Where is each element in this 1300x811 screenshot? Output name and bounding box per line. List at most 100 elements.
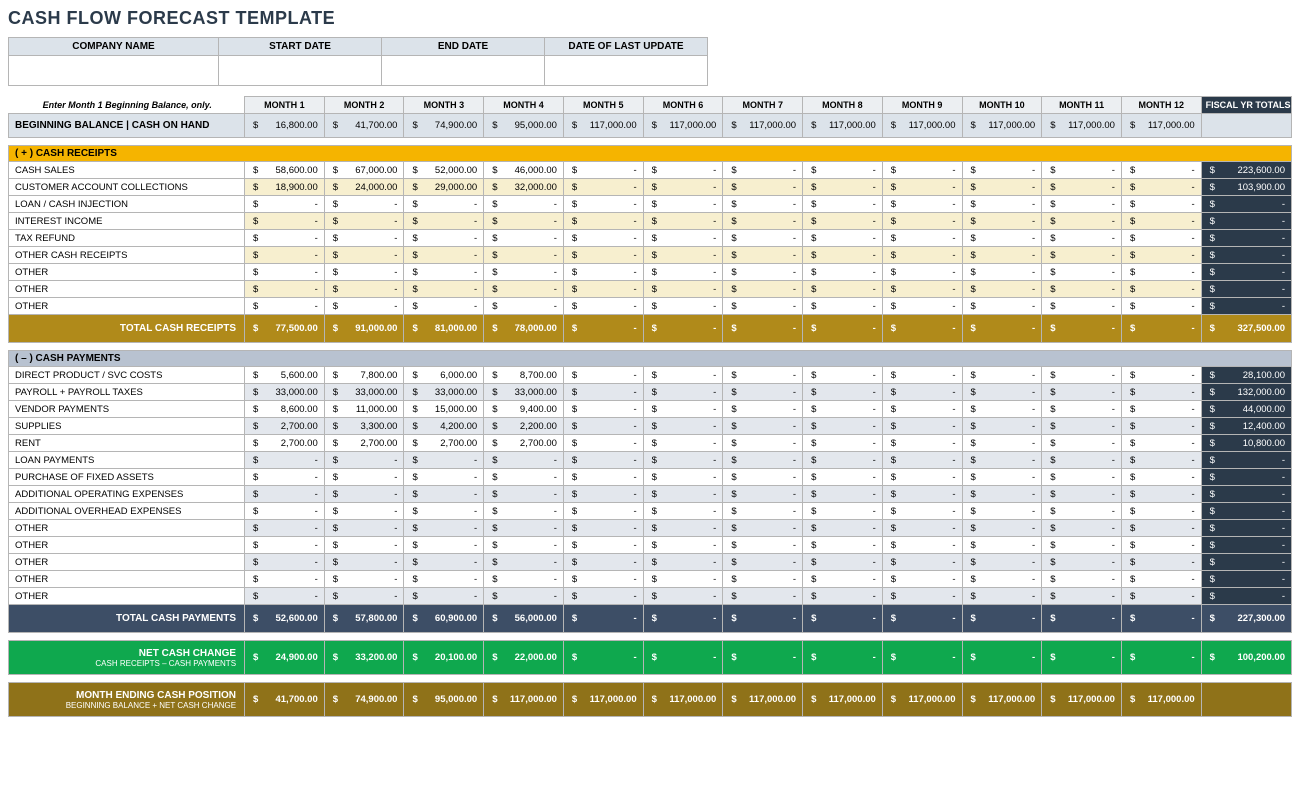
payment-cell[interactable]: $- <box>723 554 803 571</box>
payment-cell[interactable]: $6,000.00 <box>404 367 484 384</box>
payment-cell[interactable]: $- <box>1121 435 1201 452</box>
receipt-cell[interactable]: $- <box>723 162 803 179</box>
payment-cell[interactable]: $- <box>723 486 803 503</box>
payment-cell[interactable]: $- <box>962 435 1042 452</box>
receipt-cell[interactable]: $- <box>723 230 803 247</box>
payment-cell[interactable]: $3,300.00 <box>324 418 404 435</box>
payment-cell[interactable]: $- <box>882 520 962 537</box>
receipt-cell[interactable]: $- <box>882 247 962 264</box>
receipt-cell[interactable]: $- <box>1121 247 1201 264</box>
payment-cell[interactable]: $- <box>484 503 564 520</box>
payment-cell[interactable]: $- <box>1042 384 1122 401</box>
receipt-cell[interactable]: $- <box>962 230 1042 247</box>
payment-cell[interactable]: $- <box>882 452 962 469</box>
payment-cell[interactable]: $- <box>882 435 962 452</box>
receipt-cell[interactable]: $- <box>882 281 962 298</box>
payment-cell[interactable]: $- <box>723 452 803 469</box>
receipt-cell[interactable]: $- <box>563 298 643 315</box>
receipt-cell[interactable]: $- <box>245 196 325 213</box>
payment-cell[interactable]: $- <box>882 401 962 418</box>
payment-cell[interactable]: $- <box>324 520 404 537</box>
payment-cell[interactable]: $- <box>643 435 723 452</box>
payment-cell[interactable]: $- <box>643 571 723 588</box>
payment-cell[interactable]: $2,700.00 <box>404 435 484 452</box>
receipt-cell[interactable]: $67,000.00 <box>324 162 404 179</box>
receipt-cell[interactable]: $- <box>404 281 484 298</box>
receipt-cell[interactable]: $46,000.00 <box>484 162 564 179</box>
receipt-cell[interactable]: $- <box>962 281 1042 298</box>
beginning-cell[interactable]: $117,000.00 <box>1121 114 1201 138</box>
receipt-cell[interactable]: $- <box>643 230 723 247</box>
payment-cell[interactable]: $- <box>803 435 883 452</box>
receipt-cell[interactable]: $- <box>882 179 962 196</box>
payment-cell[interactable]: $2,700.00 <box>324 435 404 452</box>
receipt-cell[interactable]: $- <box>1042 162 1122 179</box>
payment-cell[interactable]: $- <box>962 503 1042 520</box>
payment-cell[interactable]: $2,700.00 <box>245 435 325 452</box>
receipt-cell[interactable]: $- <box>563 162 643 179</box>
payment-cell[interactable]: $- <box>563 401 643 418</box>
payment-cell[interactable]: $- <box>484 554 564 571</box>
payment-cell[interactable]: $- <box>962 452 1042 469</box>
receipt-cell[interactable]: $- <box>245 298 325 315</box>
receipt-cell[interactable]: $52,000.00 <box>404 162 484 179</box>
receipt-cell[interactable]: $58,600.00 <box>245 162 325 179</box>
receipt-cell[interactable]: $- <box>803 162 883 179</box>
receipt-cell[interactable]: $32,000.00 <box>484 179 564 196</box>
payment-cell[interactable]: $- <box>962 401 1042 418</box>
receipt-cell[interactable]: $- <box>1121 196 1201 213</box>
payment-cell[interactable]: $- <box>404 520 484 537</box>
payment-cell[interactable]: $15,000.00 <box>404 401 484 418</box>
receipt-cell[interactable]: $- <box>404 264 484 281</box>
receipt-cell[interactable]: $- <box>563 230 643 247</box>
payment-cell[interactable]: $- <box>245 503 325 520</box>
receipt-cell[interactable]: $- <box>803 230 883 247</box>
payment-cell[interactable]: $- <box>245 469 325 486</box>
payment-cell[interactable]: $8,600.00 <box>245 401 325 418</box>
receipt-cell[interactable]: $- <box>962 179 1042 196</box>
payment-cell[interactable]: $5,600.00 <box>245 367 325 384</box>
receipt-cell[interactable]: $- <box>245 247 325 264</box>
payment-cell[interactable]: $- <box>324 452 404 469</box>
beginning-cell[interactable]: $117,000.00 <box>1042 114 1122 138</box>
receipt-cell[interactable]: $- <box>962 298 1042 315</box>
receipt-cell[interactable]: $- <box>324 298 404 315</box>
receipt-cell[interactable]: $- <box>882 264 962 281</box>
receipt-cell[interactable]: $- <box>1042 264 1122 281</box>
receipt-cell[interactable]: $- <box>1042 298 1122 315</box>
payment-cell[interactable]: $- <box>1121 401 1201 418</box>
payment-cell[interactable]: $- <box>643 588 723 605</box>
payment-cell[interactable]: $- <box>404 503 484 520</box>
payment-cell[interactable]: $- <box>1042 588 1122 605</box>
receipt-cell[interactable]: $- <box>882 230 962 247</box>
payment-cell[interactable]: $33,000.00 <box>324 384 404 401</box>
payment-cell[interactable]: $- <box>484 537 564 554</box>
payment-cell[interactable]: $- <box>1121 384 1201 401</box>
payment-cell[interactable]: $- <box>245 571 325 588</box>
payment-cell[interactable]: $- <box>484 469 564 486</box>
beginning-cell[interactable]: $117,000.00 <box>803 114 883 138</box>
payment-cell[interactable]: $- <box>723 435 803 452</box>
payment-cell[interactable]: $- <box>1042 554 1122 571</box>
payment-cell[interactable]: $- <box>563 367 643 384</box>
payment-cell[interactable]: $- <box>563 537 643 554</box>
payment-cell[interactable]: $- <box>324 554 404 571</box>
payment-cell[interactable]: $9,400.00 <box>484 401 564 418</box>
payment-cell[interactable]: $- <box>1121 571 1201 588</box>
payment-cell[interactable]: $- <box>882 486 962 503</box>
receipt-cell[interactable]: $- <box>1121 264 1201 281</box>
receipt-cell[interactable]: $- <box>563 264 643 281</box>
receipt-cell[interactable]: $- <box>723 264 803 281</box>
receipt-cell[interactable]: $- <box>723 281 803 298</box>
end-date-cell[interactable] <box>382 56 545 86</box>
receipt-cell[interactable]: $- <box>723 247 803 264</box>
receipt-cell[interactable]: $- <box>324 230 404 247</box>
payment-cell[interactable]: $- <box>245 537 325 554</box>
beginning-cell[interactable]: $117,000.00 <box>962 114 1042 138</box>
receipt-cell[interactable]: $- <box>962 196 1042 213</box>
payment-cell[interactable]: $- <box>324 486 404 503</box>
last-update-cell[interactable] <box>545 56 708 86</box>
receipt-cell[interactable]: $- <box>245 281 325 298</box>
payment-cell[interactable]: $- <box>1042 503 1122 520</box>
payment-cell[interactable]: $- <box>962 486 1042 503</box>
